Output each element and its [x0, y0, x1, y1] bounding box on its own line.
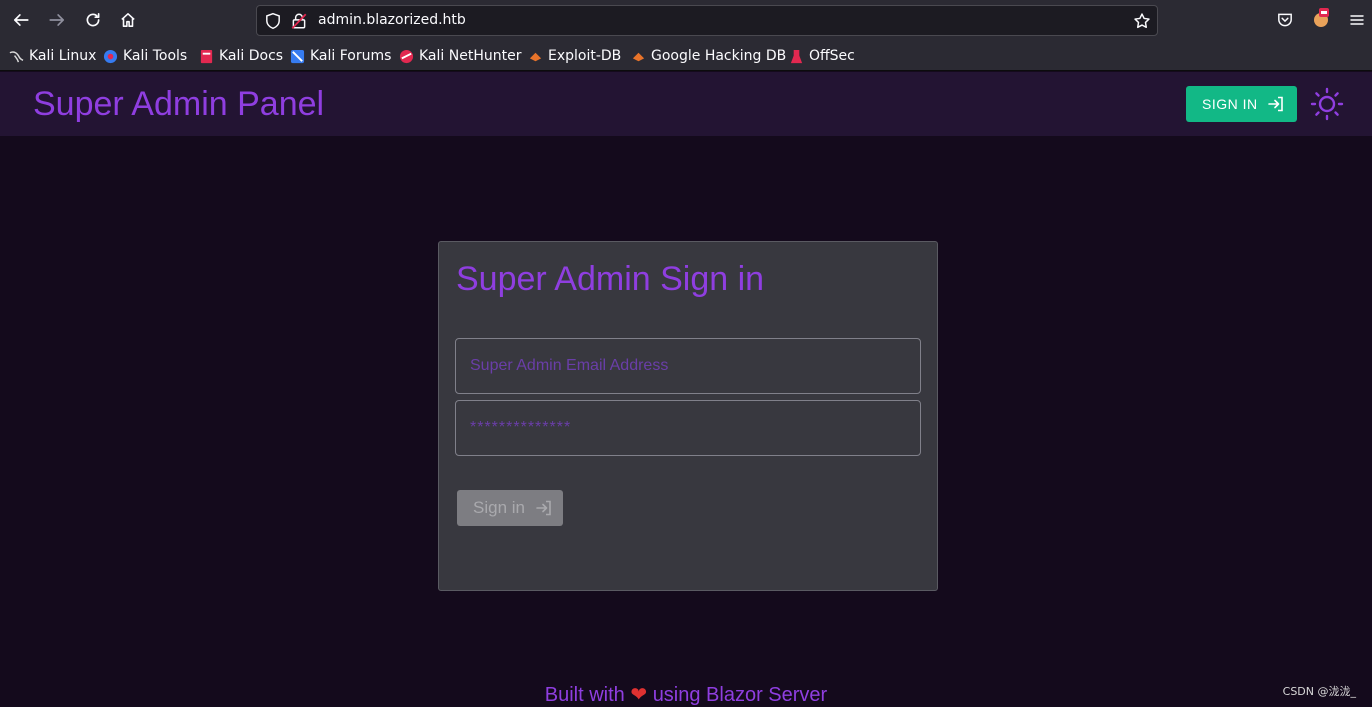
- exploit-db-icon: [529, 52, 542, 61]
- extension-button[interactable]: [1310, 7, 1332, 29]
- password-field[interactable]: [455, 400, 921, 456]
- bookmark-google-hacking-db[interactable]: Google Hacking DB: [631, 47, 786, 65]
- url-text[interactable]: admin.blazorized.htb: [318, 12, 466, 28]
- reload-icon: [86, 12, 100, 27]
- hamburger-menu-icon: [1350, 15, 1364, 25]
- kali-tools-icon: [103, 49, 118, 63]
- back-button[interactable]: [7, 6, 35, 34]
- header-sign-in-button[interactable]: SIGN IN: [1186, 86, 1297, 122]
- footer-text-after: using Blazor Server: [652, 684, 828, 706]
- ghdb-icon: [632, 52, 645, 61]
- bookmark-kali-tools[interactable]: Kali Tools: [103, 47, 187, 65]
- arrow-right-icon: [49, 14, 65, 26]
- forward-button[interactable]: [43, 6, 71, 34]
- offsec-icon: [790, 49, 803, 63]
- header-sign-in-label: SIGN IN: [1202, 96, 1258, 112]
- bookmark-kali-linux[interactable]: Kali Linux: [9, 47, 96, 65]
- heart-icon: ❤: [630, 684, 648, 706]
- watermark: CSDN @泷泷_: [1282, 685, 1356, 698]
- bookmark-kali-forums[interactable]: Kali Forums: [290, 47, 391, 65]
- bookmark-exploit-db[interactable]: Exploit-DB: [528, 47, 621, 65]
- reload-button[interactable]: [79, 6, 107, 34]
- nethunter-icon: [399, 49, 414, 63]
- bookmark-star-icon[interactable]: [1133, 12, 1151, 30]
- browser-toolbar: admin.blazorized.htb: [0, 0, 1372, 40]
- sun-icon[interactable]: [1310, 87, 1344, 121]
- url-bar[interactable]: admin.blazorized.htb: [256, 5, 1158, 36]
- home-button[interactable]: [114, 6, 142, 34]
- kali-forums-icon: [290, 49, 305, 63]
- bookmark-kali-docs[interactable]: Kali Docs: [199, 47, 283, 65]
- card-title: Super Admin Sign in: [456, 260, 765, 298]
- sign-in-button[interactable]: Sign in: [457, 490, 563, 526]
- sign-in-card: Super Admin Sign in Sign in: [438, 241, 938, 591]
- insecure-lock-icon[interactable]: [290, 12, 308, 30]
- shield-icon[interactable]: [264, 12, 282, 30]
- login-icon: [536, 500, 551, 516]
- arrow-left-icon: [13, 14, 29, 26]
- bookmark-offsec[interactable]: OffSec: [789, 47, 855, 65]
- kali-docs-icon: [200, 49, 213, 63]
- bookmark-kali-nethunter[interactable]: Kali NetHunter: [399, 47, 521, 65]
- footer-text-before: Built with: [544, 684, 625, 706]
- extension-icon: [1314, 8, 1329, 27]
- bookmarks-bar: Kali Linux Kali Tools Kali Docs Kali For…: [0, 40, 1372, 71]
- pocket-button[interactable]: [1274, 9, 1296, 31]
- sign-in-label: Sign in: [473, 498, 525, 517]
- home-icon: [121, 13, 135, 27]
- pocket-icon: [1278, 13, 1292, 27]
- menu-button[interactable]: [1346, 9, 1368, 31]
- app-title[interactable]: Super Admin Panel: [33, 85, 324, 124]
- footer: Built with ❤ using Blazor Server: [0, 682, 1372, 707]
- email-field[interactable]: [455, 338, 921, 394]
- kali-dragon-icon: [9, 50, 24, 62]
- app-header: Super Admin Panel SIGN IN: [0, 72, 1372, 136]
- login-icon: [1267, 96, 1283, 112]
